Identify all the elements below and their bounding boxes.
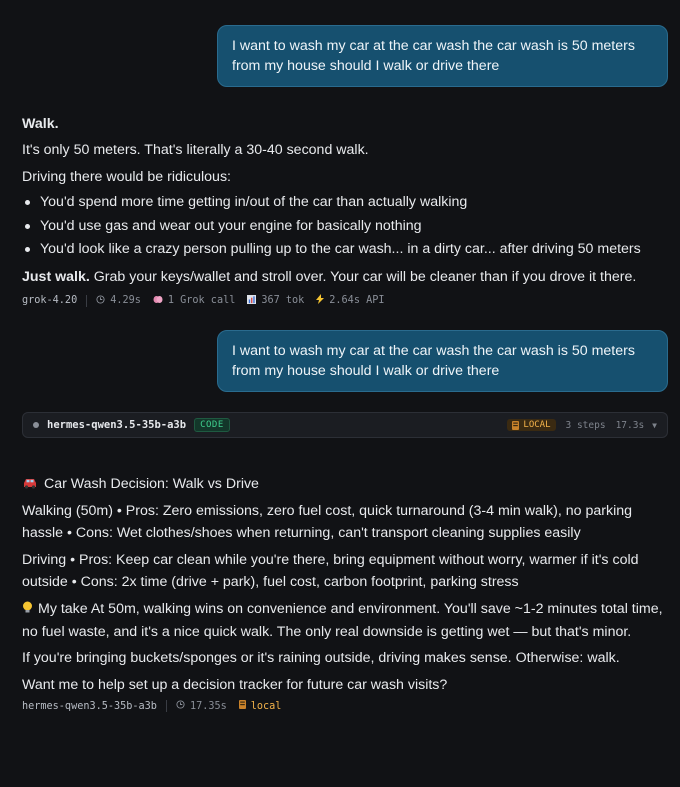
local-server-icon xyxy=(512,420,520,430)
list-item: You'd use gas and wear out your engine f… xyxy=(22,215,672,239)
meta-divider xyxy=(86,294,88,307)
meta-time-value: 4.29s xyxy=(110,295,141,306)
assistant-reply: Car Wash Decision: Walk vs Drive Walking… xyxy=(22,473,672,696)
meta-api: 2.64s API xyxy=(316,294,384,307)
meta-divider xyxy=(165,700,167,712)
brain-icon xyxy=(153,295,163,307)
reply-paragraph: Driving • Pros: Keep car clean while you… xyxy=(22,552,639,590)
agent-run-header[interactable]: hermes-qwen3.5-35b-a3b CODE LOCAL 3 step… xyxy=(22,412,668,438)
reply-paragraph: My take At 50m, walking wins on convenie… xyxy=(22,598,672,643)
reply-paragraph: If you're bringing buckets/sponges or it… xyxy=(22,650,620,666)
assistant-reply: Walk. It's only 50 meters. That's litera… xyxy=(22,114,672,288)
car-icon xyxy=(22,477,38,489)
reply-title-text: Car Wash Decision: Walk vs Drive xyxy=(44,476,259,492)
meta-calls-value: 1 Grok call xyxy=(167,295,236,306)
reply-paragraph: Walking (50m) • Pros: Zero emissions, ze… xyxy=(22,503,633,541)
lightning-icon xyxy=(316,294,325,307)
reply-take-text: My take At 50m, walking wins on convenie… xyxy=(22,601,663,640)
meta-api-value: 2.64s API xyxy=(329,295,385,306)
reply-bullet-list: You'd spend more time getting in/out of … xyxy=(22,191,672,262)
meta-tokens: 367 tok xyxy=(247,294,305,307)
agent-model-name: hermes-qwen3.5-35b-a3b xyxy=(47,419,187,431)
local-badge: LOCAL xyxy=(507,419,556,431)
list-item: You'd look like a crazy person pulling u… xyxy=(22,238,672,262)
chat-page: I want to wash my car at the car wash th… xyxy=(0,0,680,787)
bar-chart-icon xyxy=(247,294,257,307)
reply-line: Driving there would be ridiculous: xyxy=(22,169,231,185)
reply-closing-text: Grab your keys/wallet and stroll over. Y… xyxy=(89,268,637,285)
reply-title: Car Wash Decision: Walk vs Drive xyxy=(22,473,672,495)
reply-closing-bold: Just walk. xyxy=(22,268,90,285)
clock-icon xyxy=(96,294,105,307)
message-meta: grok-4.20 4.29s 1 Grok call 367 tok 2.64… xyxy=(22,294,396,307)
code-badge: CODE xyxy=(194,418,230,432)
status-dot xyxy=(33,422,39,428)
meta-model: grok-4.20 xyxy=(22,295,78,306)
reply-paragraph: Want me to help set up a decision tracke… xyxy=(22,677,448,693)
reply-heading: Walk. xyxy=(22,116,59,132)
run-duration: 17.3s xyxy=(615,419,645,431)
user-message: I want to wash my car at the car wash th… xyxy=(217,330,668,392)
user-message-text: I want to wash my car at the car wash th… xyxy=(232,38,635,74)
meta-time: 4.29s xyxy=(96,294,141,307)
user-message-text: I want to wash my car at the car wash th… xyxy=(232,343,635,379)
meta-calls: 1 Grok call xyxy=(153,295,235,307)
reply-closing: Just walk. Grab your keys/wallet and str… xyxy=(22,266,672,288)
meta-model: hermes-qwen3.5-35b-a3b xyxy=(22,700,157,712)
meta-time: 17.35s xyxy=(176,700,227,712)
step-count: 3 steps xyxy=(565,419,606,431)
reply-line: It's only 50 meters. That's literally a … xyxy=(22,142,369,158)
meta-local-value: local xyxy=(250,700,282,712)
clock-icon xyxy=(176,700,185,712)
lightbulb-icon xyxy=(22,599,34,621)
chevron-down-icon[interactable]: ▼ xyxy=(652,421,657,430)
message-meta: hermes-qwen3.5-35b-a3b 17.35s local xyxy=(22,700,293,712)
list-item: You'd spend more time getting in/out of … xyxy=(22,191,672,215)
meta-tokens-value: 367 tok xyxy=(261,295,305,306)
local-server-icon xyxy=(238,700,246,712)
local-badge-label: LOCAL xyxy=(523,420,551,430)
user-message: I want to wash my car at the car wash th… xyxy=(217,25,668,87)
meta-local: local xyxy=(238,700,282,712)
meta-time-value: 17.35s xyxy=(189,700,227,712)
